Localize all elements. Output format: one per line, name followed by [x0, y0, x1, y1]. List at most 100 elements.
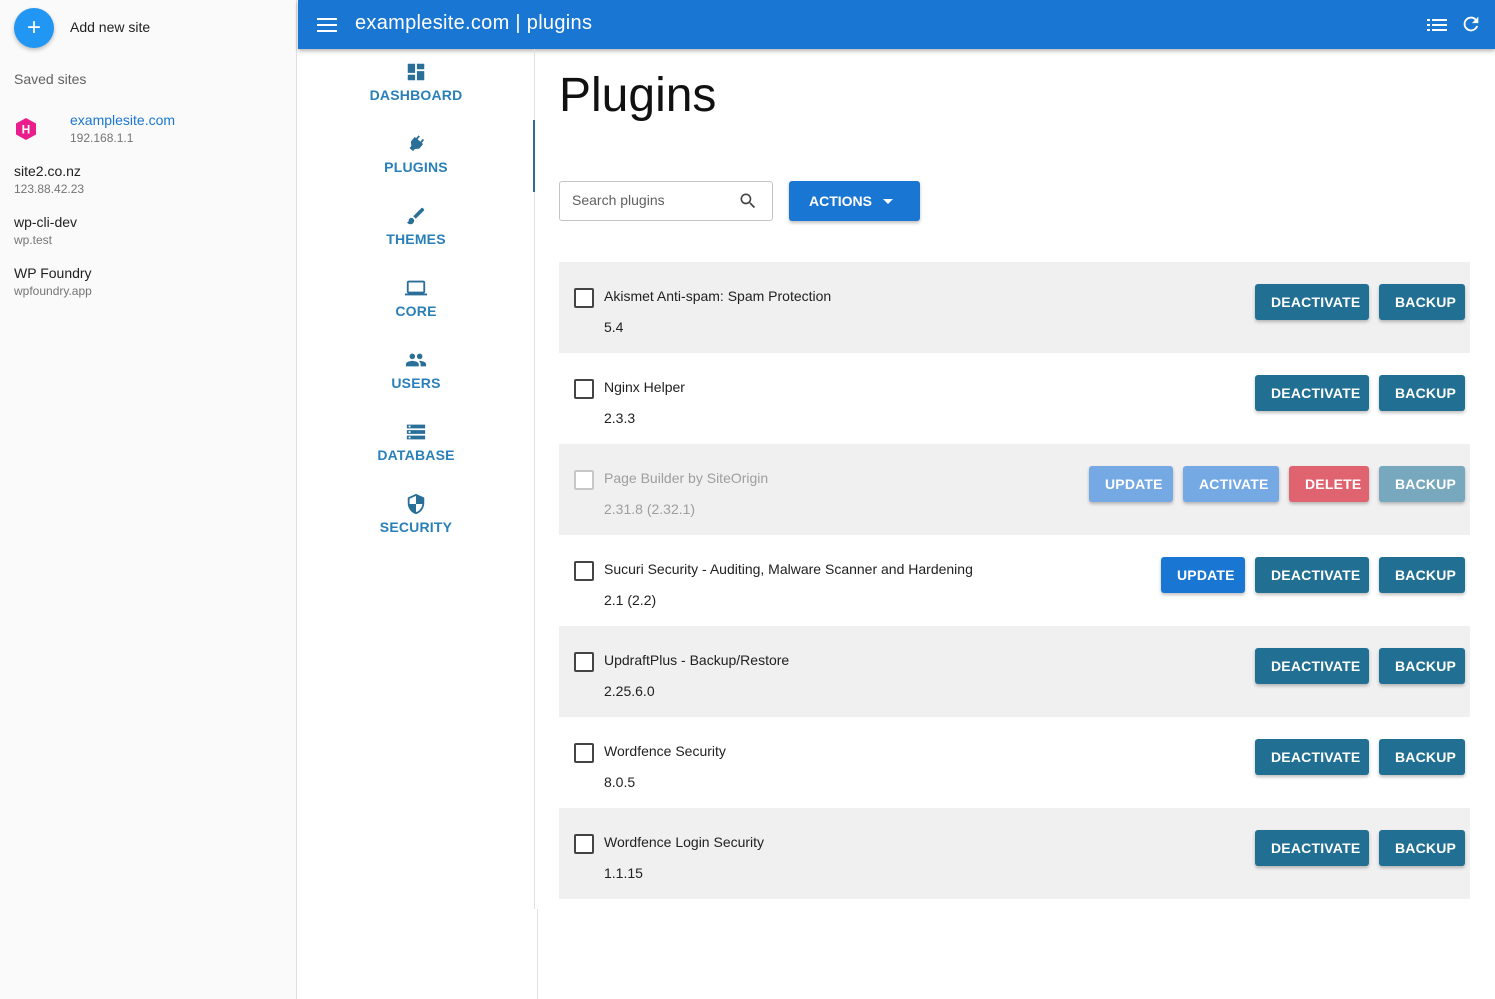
- deactivate-button[interactable]: DEACTIVATE: [1255, 375, 1369, 411]
- plugin-version: 5.4: [604, 319, 624, 335]
- search-box: [559, 181, 773, 221]
- site-name: site2.co.nz: [14, 163, 81, 179]
- deactivate-button[interactable]: DEACTIVATE: [1255, 284, 1369, 320]
- list-icon[interactable]: [1426, 15, 1448, 35]
- plugin-name: Sucuri Security - Auditing, Malware Scan…: [604, 561, 973, 577]
- plugin-row: Wordfence Security 8.0.5 DEACTIVATE BACK…: [559, 717, 1470, 808]
- plugin-checkbox[interactable]: [574, 379, 594, 399]
- plugin-list: Akismet Anti-spam: Spam Protection 5.4 D…: [559, 262, 1470, 899]
- plugin-version: 2.1 (2.2): [604, 592, 657, 608]
- page-title: Plugins: [559, 69, 717, 122]
- deactivate-button[interactable]: DEACTIVATE: [1255, 557, 1369, 593]
- nav-label: DATABASE: [377, 447, 455, 463]
- plugin-checkbox[interactable]: [574, 561, 594, 581]
- update-button[interactable]: UPDATE: [1161, 557, 1245, 593]
- plugin-checkbox[interactable]: [574, 652, 594, 672]
- saved-site-item[interactable]: WP Foundry wpfoundry.app: [14, 265, 92, 298]
- add-site-label[interactable]: Add new site: [70, 19, 150, 35]
- backup-button[interactable]: BACKUP: [1379, 466, 1465, 502]
- plugin-version: 2.3.3: [604, 410, 636, 426]
- nav-item-users[interactable]: USERS: [298, 349, 534, 421]
- nav-item-themes[interactable]: THEMES: [298, 205, 534, 277]
- site-host: 192.168.1.1: [70, 131, 134, 145]
- saved-site-item[interactable]: examplesite.com 192.168.1.1: [70, 112, 175, 145]
- plugin-checkbox[interactable]: [574, 743, 594, 763]
- plugin-name: Wordfence Security: [604, 743, 726, 759]
- nav-item-core[interactable]: CORE: [298, 277, 534, 349]
- site-host: wpfoundry.app: [14, 284, 92, 298]
- dashboard-icon: [407, 63, 425, 81]
- plugin-name: Nginx Helper: [604, 379, 685, 395]
- update-button[interactable]: UPDATE: [1089, 466, 1173, 502]
- shield-icon: [407, 493, 425, 515]
- plugin-row: UpdraftPlus - Backup/Restore 2.25.6.0 DE…: [559, 626, 1470, 717]
- backup-button[interactable]: BACKUP: [1379, 739, 1465, 775]
- users-icon: [405, 353, 427, 367]
- section-nav: DASHBOARD PLUGINS THEMES CORE USERS DATA…: [298, 49, 535, 909]
- database-icon: [406, 424, 426, 440]
- backup-button[interactable]: BACKUP: [1379, 557, 1465, 593]
- plugin-version: 2.25.6.0: [604, 683, 655, 699]
- nav-label: THEMES: [386, 231, 446, 247]
- app-bar: examplesite.com | plugins: [298, 0, 1495, 49]
- refresh-icon[interactable]: [1460, 13, 1482, 35]
- svg-text:H: H: [22, 123, 31, 137]
- nav-item-dashboard[interactable]: DASHBOARD: [298, 61, 534, 133]
- search-input[interactable]: [570, 191, 734, 209]
- caret-down-icon: [883, 199, 893, 204]
- laptop-icon: [405, 280, 427, 296]
- deactivate-button[interactable]: DEACTIVATE: [1255, 648, 1369, 684]
- search-icon[interactable]: [738, 191, 758, 211]
- saved-site-item[interactable]: wp-cli-dev wp.test: [14, 214, 77, 247]
- backup-button[interactable]: BACKUP: [1379, 830, 1465, 866]
- delete-button[interactable]: DELETE: [1289, 466, 1369, 502]
- backup-button[interactable]: BACKUP: [1379, 375, 1465, 411]
- site-name: WP Foundry: [14, 265, 92, 281]
- nav-label: USERS: [391, 375, 441, 391]
- plugin-row: Page Builder by SiteOrigin 2.31.8 (2.32.…: [559, 444, 1470, 535]
- saved-sites-heading: Saved sites: [14, 71, 87, 87]
- nav-label: DASHBOARD: [369, 87, 463, 103]
- plugin-row: Sucuri Security - Auditing, Malware Scan…: [559, 535, 1470, 626]
- site-name: examplesite.com: [70, 112, 176, 128]
- deactivate-button[interactable]: DEACTIVATE: [1255, 739, 1369, 775]
- deactivate-button[interactable]: DEACTIVATE: [1255, 830, 1369, 866]
- activate-button[interactable]: ACTIVATE: [1183, 466, 1279, 502]
- saved-site-item[interactable]: site2.co.nz 123.88.42.23: [14, 163, 84, 196]
- nav-label: SECURITY: [379, 519, 453, 535]
- site-logo-icon: H: [16, 118, 36, 140]
- plugin-name: Akismet Anti-spam: Spam Protection: [604, 288, 832, 304]
- add-site-button[interactable]: +: [14, 8, 54, 48]
- plugin-icon: [409, 135, 425, 152]
- nav-label: PLUGINS: [384, 159, 448, 175]
- backup-button[interactable]: BACKUP: [1379, 284, 1465, 320]
- saved-sites-sidebar: + Add new site Saved sites H examplesite…: [0, 0, 297, 999]
- actions-label: ACTIONS: [809, 193, 872, 209]
- plugin-row: Nginx Helper 2.3.3 DEACTIVATE BACKUP: [559, 353, 1470, 444]
- site-host: wp.test: [14, 233, 53, 247]
- nav-label: CORE: [395, 303, 437, 319]
- plugin-name: Wordfence Login Security: [604, 834, 765, 850]
- nav-item-database[interactable]: DATABASE: [298, 421, 534, 493]
- plugin-version: 2.31.8 (2.32.1): [604, 501, 696, 517]
- nav-item-security[interactable]: SECURITY: [298, 493, 534, 565]
- plugin-checkbox[interactable]: [574, 470, 594, 490]
- plugin-checkbox[interactable]: [574, 834, 594, 854]
- plugin-checkbox[interactable]: [574, 288, 594, 308]
- plus-icon: +: [26, 14, 41, 41]
- plugin-row: Akismet Anti-spam: Spam Protection 5.4 D…: [559, 262, 1470, 353]
- plugin-name: UpdraftPlus - Backup/Restore: [604, 652, 790, 668]
- divider: [537, 909, 538, 999]
- plugin-name: Page Builder by SiteOrigin: [604, 470, 769, 486]
- actions-dropdown-button[interactable]: ACTIONS: [789, 181, 920, 221]
- site-name: wp-cli-dev: [14, 214, 78, 230]
- brush-icon: [406, 207, 425, 225]
- app-bar-title: examplesite.com | plugins: [355, 12, 593, 34]
- site-host: 123.88.42.23: [14, 182, 85, 196]
- nav-item-plugins[interactable]: PLUGINS: [298, 133, 534, 205]
- plugin-version: 1.1.15: [604, 865, 643, 881]
- menu-icon[interactable]: [316, 14, 338, 36]
- plugin-version: 8.0.5: [604, 774, 636, 790]
- plugin-row: Wordfence Login Security 1.1.15 DEACTIVA…: [559, 808, 1470, 899]
- backup-button[interactable]: BACKUP: [1379, 648, 1465, 684]
